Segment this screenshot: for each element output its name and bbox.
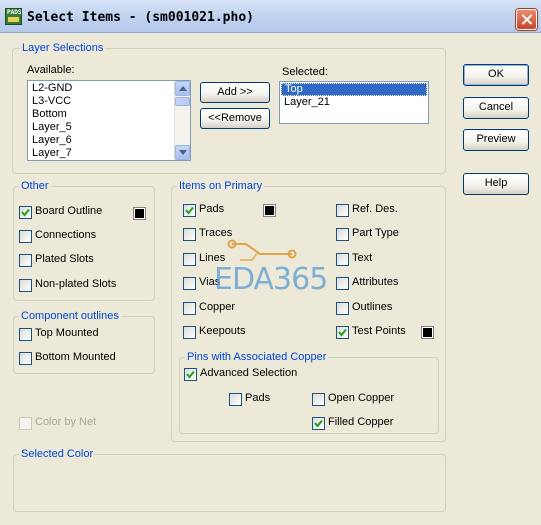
- top-mounted-label: Top Mounted: [35, 327, 99, 339]
- attributes-label: Attributes: [352, 276, 399, 288]
- plated-slots-label: Plated Slots: [35, 253, 94, 265]
- keepouts-checkbox[interactable]: [183, 326, 196, 339]
- board-outline-label: Board Outline: [35, 205, 103, 217]
- eda365-watermark: EDA365: [180, 232, 340, 302]
- pads-app-icon: PADS: [5, 8, 22, 25]
- checkmark-icon: [185, 206, 194, 215]
- filled-copper-checkbox[interactable]: [312, 417, 325, 430]
- cancel-button[interactable]: Cancel: [463, 97, 529, 119]
- layer-selections-label: Layer Selections: [20, 42, 106, 54]
- board-outline-color-swatch[interactable]: [133, 207, 146, 220]
- checkmark-icon: [186, 370, 195, 379]
- pins-pads-checkbox[interactable]: [229, 393, 242, 406]
- copper-label: Copper: [199, 301, 236, 313]
- plated-slots-checkbox[interactable]: [19, 254, 32, 267]
- scroll-thumb[interactable]: [175, 97, 190, 106]
- connections-checkbox[interactable]: [19, 230, 32, 243]
- help-button[interactable]: Help: [463, 173, 529, 195]
- color-by-net-checkbox: [19, 417, 32, 430]
- component-outlines-group: [13, 316, 155, 374]
- connections-label: Connections: [35, 229, 97, 241]
- app-icon-text: PADS: [7, 9, 22, 16]
- selected-label: Selected:: [282, 66, 328, 78]
- pads-color-swatch[interactable]: [263, 204, 276, 217]
- available-list-item[interactable]: L3-VCC: [29, 95, 173, 108]
- scroll-down-icon[interactable]: [175, 145, 190, 160]
- outlines-label: Outlines: [352, 301, 393, 313]
- filled-copper-label: Filled Copper: [328, 416, 394, 428]
- preview-button[interactable]: Preview: [463, 129, 529, 151]
- top-mounted-checkbox[interactable]: [19, 328, 32, 341]
- window-title: Select Items - (sm001021.pho): [27, 10, 254, 25]
- selected-list-item[interactable]: Layer_21: [281, 96, 427, 109]
- open-copper-label: Open Copper: [328, 392, 395, 404]
- part-type-label: Part Type: [352, 227, 399, 239]
- pads-label: Pads: [199, 203, 225, 215]
- pins-pads-label: Pads: [245, 392, 271, 404]
- available-list-item[interactable]: Layer_7: [29, 147, 173, 160]
- available-scrollbar[interactable]: [174, 81, 190, 160]
- title-bar: PADS Select Items - (sm001021.pho): [0, 0, 541, 33]
- pads-checkbox[interactable]: [183, 204, 196, 217]
- checkmark-icon: [21, 208, 30, 217]
- ref-des-checkbox[interactable]: [336, 204, 349, 217]
- non-plated-slots-label: Non-plated Slots: [35, 278, 117, 290]
- advanced-selection-label: Advanced Selection: [200, 367, 298, 379]
- test-points-checkbox[interactable]: [336, 326, 349, 339]
- scroll-up-icon[interactable]: [175, 81, 190, 96]
- selected-listbox[interactable]: Top Layer_21: [279, 81, 429, 124]
- watermark-text: EDA365: [214, 262, 328, 297]
- available-list-item[interactable]: Layer_6: [29, 134, 173, 147]
- text-label: Text: [352, 252, 373, 264]
- selected-color-label: Selected Color: [19, 448, 96, 460]
- keepouts-label: Keepouts: [199, 325, 246, 337]
- non-plated-slots-checkbox[interactable]: [19, 279, 32, 292]
- add-button[interactable]: Add >>: [200, 82, 270, 103]
- other-label: Other: [19, 180, 51, 192]
- outlines-checkbox[interactable]: [336, 302, 349, 315]
- color-by-net-label: Color by Net: [35, 416, 97, 428]
- remove-button[interactable]: <<Remove: [200, 108, 270, 129]
- board-outline-checkbox[interactable]: [19, 206, 32, 219]
- close-icon[interactable]: [516, 9, 537, 30]
- available-list-item[interactable]: L2-GND: [29, 82, 173, 95]
- test-points-label: Test Points: [352, 325, 406, 337]
- bottom-mounted-checkbox[interactable]: [19, 352, 32, 365]
- items-on-primary-label: Items on Primary: [177, 180, 265, 192]
- component-outlines-label: Component outlines: [19, 310, 121, 322]
- available-label: Available:: [27, 64, 75, 76]
- available-list-item[interactable]: Bottom: [29, 108, 173, 121]
- ok-button[interactable]: OK: [463, 64, 529, 86]
- ref-des-label: Ref. Des.: [352, 203, 398, 215]
- checkmark-icon: [338, 328, 347, 337]
- bottom-mounted-label: Bottom Mounted: [35, 351, 116, 363]
- advanced-selection-checkbox[interactable]: [184, 368, 197, 381]
- open-copper-checkbox[interactable]: [312, 393, 325, 406]
- selected-color-group: [13, 454, 446, 512]
- selected-list-item[interactable]: Top: [281, 83, 427, 96]
- copper-checkbox[interactable]: [183, 302, 196, 315]
- available-list-item[interactable]: Layer_5: [29, 121, 173, 134]
- test-points-color-swatch[interactable]: [421, 326, 434, 339]
- available-listbox[interactable]: L2-GND L3-VCC Bottom Layer_5 Layer_6 Layer_7: [27, 80, 191, 161]
- pins-with-copper-label: Pins with Associated Copper: [185, 351, 329, 363]
- checkmark-icon: [314, 419, 323, 428]
